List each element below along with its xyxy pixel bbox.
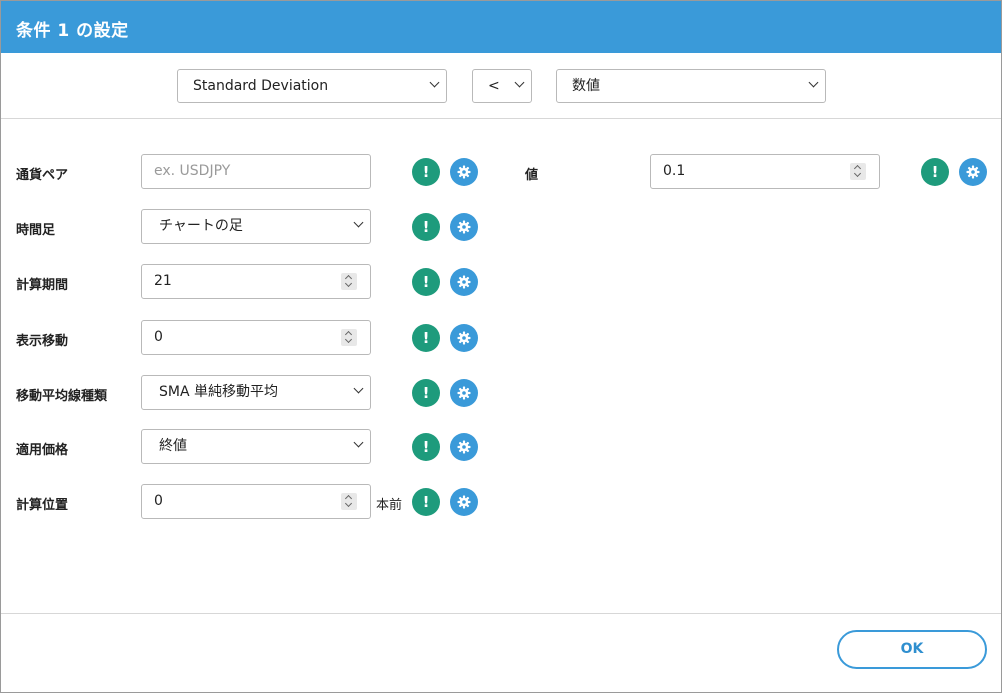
ma-type-select[interactable]: SMA 単純移動平均: [141, 375, 371, 410]
timeframe-settings-button[interactable]: [450, 213, 478, 241]
applied-price-select-value: 終値: [159, 438, 187, 454]
compare-type-select[interactable]: 数値: [556, 69, 826, 103]
ma-type-select-value: SMA 単純移動平均: [159, 384, 278, 400]
ma-type-label: 移動平均線種類: [16, 389, 108, 404]
number-spinner[interactable]: [850, 163, 866, 180]
condition-dialog: 条件 1 の設定 Standard Deviation < 数値 通貨ペア ex…: [0, 0, 1002, 693]
gear-icon: [457, 275, 471, 289]
exclamation-icon: !: [422, 438, 430, 456]
display-shift-info-button[interactable]: !: [412, 324, 440, 352]
number-spinner[interactable]: [341, 493, 357, 510]
currency-pair-settings-button[interactable]: [450, 158, 478, 186]
indicator-select-value: Standard Deviation: [193, 78, 329, 94]
ok-button[interactable]: OK: [837, 630, 987, 669]
calc-period-info-button[interactable]: !: [412, 268, 440, 296]
calc-position-settings-button[interactable]: [450, 488, 478, 516]
value-label: 値: [525, 168, 539, 183]
calc-position-value: 0: [154, 493, 163, 509]
calc-position-input[interactable]: 0: [141, 484, 371, 519]
gear-icon: [457, 220, 471, 234]
calc-position-label: 計算位置: [16, 498, 69, 513]
ma-type-info-button[interactable]: !: [412, 379, 440, 407]
exclamation-icon: !: [422, 273, 430, 291]
chevron-down-icon: [808, 77, 819, 88]
calc-position-info-button[interactable]: !: [412, 488, 440, 516]
chevron-down-icon: [429, 77, 440, 88]
dialog-title: 条件 1 の設定: [16, 21, 129, 41]
currency-pair-input[interactable]: ex. USDJPY: [141, 154, 371, 189]
chevron-down-icon: [353, 217, 364, 228]
display-shift-label: 表示移動: [16, 334, 69, 349]
exclamation-icon: !: [422, 493, 430, 511]
value-settings-button[interactable]: [959, 158, 987, 186]
chevron-down-icon: [353, 437, 364, 448]
applied-price-label: 適用価格: [16, 443, 69, 458]
dialog-footer-divider: [1, 613, 1001, 614]
gear-icon: [457, 495, 471, 509]
applied-price-select[interactable]: 終値: [141, 429, 371, 464]
ma-type-settings-button[interactable]: [450, 379, 478, 407]
operator-select[interactable]: <: [472, 69, 532, 103]
operator-select-value: <: [488, 78, 500, 94]
calc-period-value: 21: [154, 273, 172, 289]
number-spinner[interactable]: [341, 329, 357, 346]
gear-icon: [457, 165, 471, 179]
exclamation-icon: !: [422, 329, 430, 347]
chevron-down-icon: [353, 383, 364, 394]
applied-price-info-button[interactable]: !: [412, 433, 440, 461]
currency-pair-info-button[interactable]: !: [412, 158, 440, 186]
value-input[interactable]: 0.1: [650, 154, 880, 189]
gear-icon: [457, 386, 471, 400]
compare-type-select-value: 数値: [572, 78, 600, 94]
value-input-value: 0.1: [663, 163, 686, 179]
display-shift-settings-button[interactable]: [450, 324, 478, 352]
chevron-down-icon: [514, 77, 525, 88]
gear-icon: [457, 331, 471, 345]
number-spinner[interactable]: [341, 273, 357, 290]
timeframe-select-value: チャートの足: [159, 218, 243, 234]
display-shift-value: 0: [154, 329, 163, 345]
calc-position-suffix: 本前: [376, 498, 403, 513]
exclamation-icon: !: [422, 384, 430, 402]
value-info-button[interactable]: !: [921, 158, 949, 186]
currency-pair-label: 通貨ペア: [16, 168, 69, 183]
timeframe-info-button[interactable]: !: [412, 213, 440, 241]
timeframe-label: 時間足: [16, 223, 56, 238]
exclamation-icon: !: [931, 163, 939, 181]
currency-pair-placeholder: ex. USDJPY: [154, 163, 231, 179]
calc-period-settings-button[interactable]: [450, 268, 478, 296]
gear-icon: [457, 440, 471, 454]
condition-row: Standard Deviation < 数値: [1, 53, 1001, 119]
calc-period-input[interactable]: 21: [141, 264, 371, 299]
dialog-titlebar: 条件 1 の設定: [1, 1, 1001, 53]
indicator-select[interactable]: Standard Deviation: [177, 69, 447, 103]
calc-period-label: 計算期間: [16, 278, 69, 293]
exclamation-icon: !: [422, 163, 430, 181]
applied-price-settings-button[interactable]: [450, 433, 478, 461]
exclamation-icon: !: [422, 218, 430, 236]
gear-icon: [966, 165, 980, 179]
display-shift-input[interactable]: 0: [141, 320, 371, 355]
timeframe-select[interactable]: チャートの足: [141, 209, 371, 244]
